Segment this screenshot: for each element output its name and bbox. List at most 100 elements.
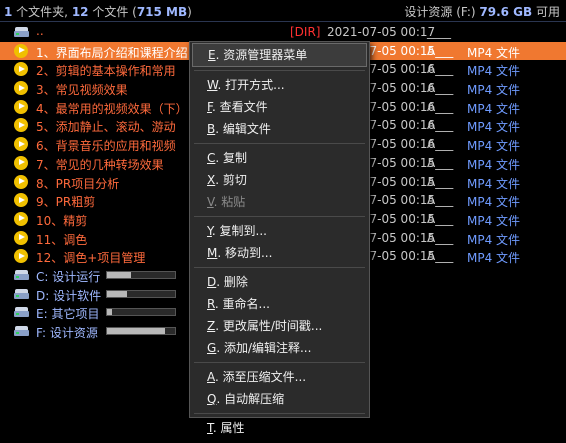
menu-item-label: . 自动解压缩 — [216, 392, 285, 406]
menu-item-r[interactable]: R. 重命名... — [190, 293, 369, 315]
menu-item-label: . 添至压缩文件... — [215, 370, 307, 384]
drive-icon — [14, 288, 29, 299]
menu-accelerator-key: V — [207, 195, 214, 209]
drive-label: 设计资源 (F:) — [404, 5, 480, 19]
modified-date: 2021-07-05 00:17 — [327, 25, 436, 39]
menu-accelerator-key: A — [207, 370, 215, 384]
folder-count-label: 个文件夹, — [12, 5, 72, 19]
drive-usage-fill — [107, 328, 165, 334]
menu-item-label: . 资源管理器菜单 — [215, 48, 308, 62]
menu-item-g[interactable]: G. 添加/编辑注释... — [190, 337, 369, 359]
drive-icon — [14, 269, 29, 280]
file-name: 4、最常用的视频效果（下） — [36, 101, 188, 116]
file-type: MP4 文件 — [467, 213, 521, 228]
file-name: 3、常见视频效果 — [36, 83, 128, 98]
menu-accelerator-key: G — [207, 341, 217, 355]
drive-name: C: 设计运行 — [36, 269, 101, 284]
total-size-close: ) — [187, 5, 192, 19]
file-type: MP4 文件 — [467, 232, 521, 247]
file-name: 2、剪辑的基本操作和常用 — [36, 64, 176, 79]
attributes: ____ — [427, 25, 451, 39]
attributes: A___ — [427, 155, 454, 170]
menu-item-y[interactable]: Y. 复制到... — [190, 220, 369, 242]
file-type: MP4 文件 — [467, 176, 521, 191]
video-file-icon — [14, 81, 28, 96]
menu-item-label: . 复制 — [215, 151, 248, 165]
menu-accelerator-key: Z — [207, 319, 216, 333]
menu-item-d[interactable]: D. 删除 — [190, 271, 369, 293]
menu-item-label: . 编辑文件 — [215, 122, 271, 136]
attributes: A___ — [427, 99, 454, 114]
status-header: 1 个文件夹, 12 个文件 (715 MB) 设计资源 (F:) 79.6 G… — [0, 0, 566, 22]
file-name: 5、添加静止、滚动、游动 — [36, 120, 176, 135]
menu-item-label: . 属性 — [212, 421, 245, 435]
attributes: A___ — [427, 118, 454, 133]
drive-name: F: 设计资源 — [36, 326, 98, 340]
menu-separator — [194, 216, 365, 217]
menu-item-label: . 打开方式... — [217, 78, 285, 92]
menu-separator — [194, 362, 365, 363]
free-space-label: 可用 — [532, 5, 560, 19]
menu-separator — [194, 413, 365, 414]
video-file-icon — [14, 137, 28, 152]
menu-item-c[interactable]: C. 复制 — [190, 147, 369, 169]
menu-item-x[interactable]: X. 剪切 — [190, 169, 369, 191]
menu-item-t[interactable]: T. 属性 — [190, 417, 369, 439]
attributes: A___ — [427, 193, 454, 208]
menu-accelerator-key: W — [207, 78, 218, 92]
attributes: A___ — [427, 174, 454, 189]
menu-accelerator-key: X — [207, 173, 216, 187]
folder-summary: 1 个文件夹, 12 个文件 (715 MB) — [4, 3, 192, 20]
drive-usage-fill — [107, 309, 113, 316]
menu-item-b[interactable]: B. 编辑文件 — [190, 118, 369, 140]
drive-name: D: 设计软件 — [36, 288, 102, 303]
video-file-icon — [14, 118, 28, 133]
menu-item-label: . 粘贴 — [213, 195, 246, 209]
menu-item-label: . 重命名... — [214, 297, 270, 311]
file-type: MP4 文件 — [467, 195, 521, 210]
menu-item-q[interactable]: Q. 自动解压缩 — [190, 388, 369, 410]
drive-icon — [14, 326, 29, 336]
video-file-icon — [14, 43, 28, 58]
file-count: 12 — [71, 5, 89, 19]
menu-item-label: . 查看文件 — [211, 100, 268, 114]
menu-item-f[interactable]: F. 查看文件 — [190, 96, 369, 118]
drive-usage-bar — [106, 327, 176, 335]
drive-icon — [14, 27, 29, 37]
file-name: 6、背景音乐的应用和视频 — [36, 139, 176, 154]
drive-free-space: 设计资源 (F:) 79.6 GB 可用 — [404, 3, 560, 20]
video-file-icon — [14, 174, 28, 189]
menu-item-label: . 移动到... — [217, 246, 273, 260]
menu-item-w[interactable]: W. 打开方式... — [190, 74, 369, 96]
total-size: 715 MB — [136, 5, 188, 19]
parent-dir-row[interactable]: .. [DIR] 2021-07-05 00:17 ____ — [0, 23, 566, 42]
menu-item-e[interactable]: E. 资源管理器菜单 — [192, 43, 367, 67]
video-file-icon — [14, 99, 28, 114]
menu-item-label: . 剪切 — [215, 173, 247, 187]
drive-name: E: 其它项目 — [36, 307, 100, 322]
menu-accelerator-key: D — [207, 275, 217, 289]
menu-accelerator-key: E — [208, 48, 216, 62]
context-menu: E. 资源管理器菜单 W. 打开方式... F. 查看文件 B. 编辑文件 C. 复制 X… — [189, 41, 370, 435]
drive-usage-bar — [106, 289, 176, 298]
menu-item-m[interactable]: M. 移动到... — [190, 242, 369, 264]
drive-icon — [14, 307, 29, 318]
free-space-value: 79.6 GB — [479, 5, 533, 19]
menu-item-z[interactable]: Z. 更改属性/时间戳... — [190, 315, 369, 337]
drive-usage-fill — [107, 290, 128, 297]
menu-separator — [194, 143, 365, 144]
menu-item-a[interactable]: A. 添至压缩文件... — [190, 366, 369, 388]
drive-usage-bar — [106, 308, 176, 317]
file-type: MP4 文件 — [467, 64, 521, 79]
file-type: MP4 文件 — [467, 251, 521, 266]
video-file-icon — [14, 249, 28, 264]
attributes: A___ — [427, 62, 454, 77]
attributes: A___ — [427, 211, 454, 226]
file-name: 7、常见的几种转场效果 — [36, 157, 164, 172]
file-name: 1、界面布局介绍和课程介绍 — [36, 45, 188, 60]
menu-item-label: . 复制到... — [211, 224, 267, 238]
drive-usage-fill — [107, 271, 131, 278]
file-type: MP4 文件 — [467, 120, 521, 135]
dir-tag: [DIR] — [290, 25, 321, 39]
menu-accelerator-key: R — [207, 297, 215, 311]
